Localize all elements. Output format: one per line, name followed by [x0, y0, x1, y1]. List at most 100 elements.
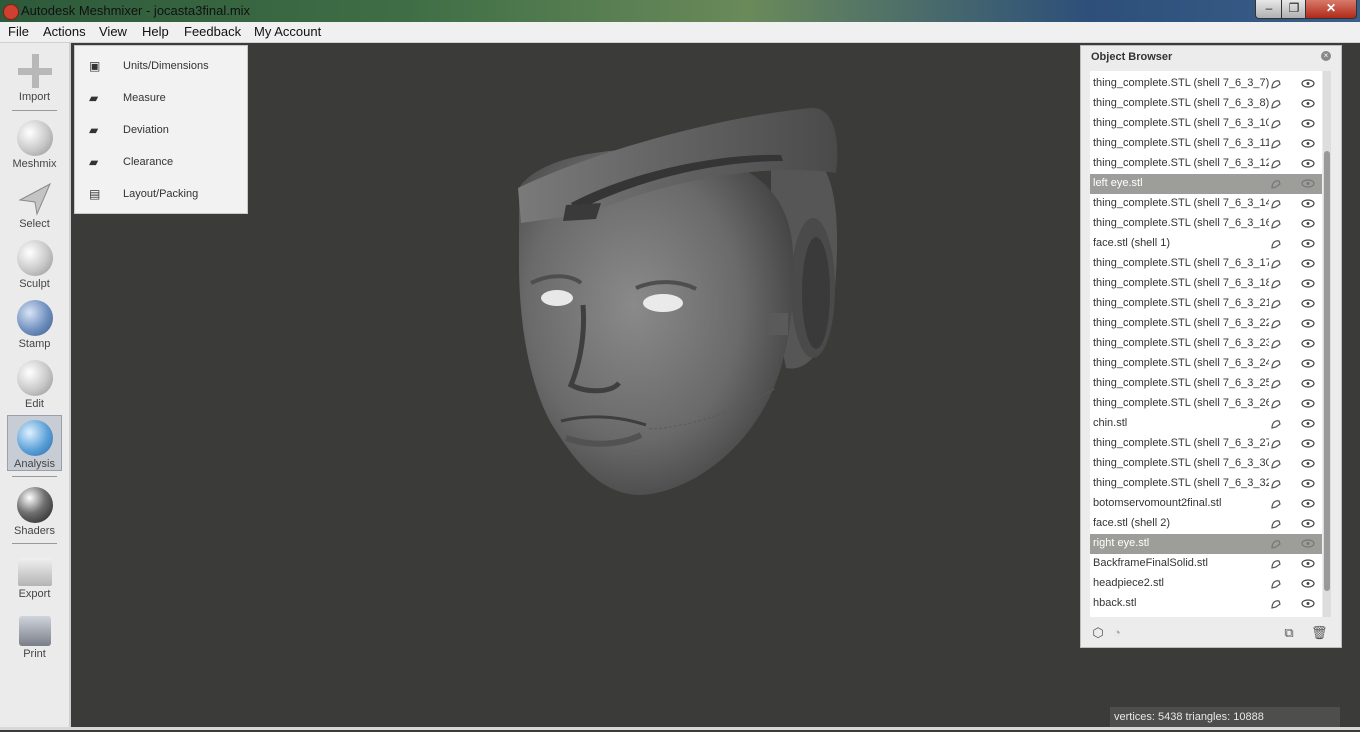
edit-object-icon[interactable]: [1270, 538, 1282, 550]
object-list-item[interactable]: thing_complete.STL (shell 7_6_3_26): [1090, 394, 1322, 414]
visibility-eye-icon[interactable]: [1301, 599, 1315, 608]
visibility-eye-icon[interactable]: [1301, 339, 1315, 348]
edit-object-icon[interactable]: [1270, 218, 1282, 230]
visibility-eye-icon[interactable]: [1301, 99, 1315, 108]
visibility-eye-icon[interactable]: [1301, 299, 1315, 308]
object-list-item[interactable]: headpiece2.stl: [1090, 574, 1322, 594]
visibility-eye-icon[interactable]: [1301, 159, 1315, 168]
edit-object-icon[interactable]: [1270, 158, 1282, 170]
edit-object-icon[interactable]: [1270, 198, 1282, 210]
visibility-eye-icon[interactable]: [1301, 179, 1315, 188]
edit-object-icon[interactable]: [1270, 378, 1282, 390]
maximize-button[interactable]: ❐: [1281, 0, 1307, 19]
object-list-item[interactable]: right eye.stl: [1090, 534, 1322, 554]
object-list-item[interactable]: thing_complete.STL (shell 7_6_3_25): [1090, 374, 1322, 394]
menu-help[interactable]: Help: [142, 24, 169, 39]
minimize-button[interactable]: –: [1255, 0, 1283, 19]
object-list-item[interactable]: thing_complete.STL (shell 7_6_3_32): [1090, 474, 1322, 494]
analysis-button[interactable]: Analysis: [7, 415, 62, 471]
visibility-eye-icon[interactable]: [1301, 239, 1315, 248]
close-icon[interactable]: ×: [1321, 51, 1331, 61]
visibility-eye-icon[interactable]: [1301, 519, 1315, 528]
select-button[interactable]: Select: [7, 176, 62, 232]
visibility-eye-icon[interactable]: [1301, 479, 1315, 488]
visibility-eye-icon[interactable]: [1301, 359, 1315, 368]
edit-object-icon[interactable]: [1270, 518, 1282, 530]
edit-object-icon[interactable]: [1270, 598, 1282, 610]
object-list-item[interactable]: thing_complete.STL (shell 7_6_3_17): [1090, 254, 1322, 274]
object-list-item[interactable]: thing_complete.STL (shell 7_6_3_7): [1090, 74, 1322, 94]
edit-object-icon[interactable]: [1270, 478, 1282, 490]
visibility-eye-icon[interactable]: [1301, 319, 1315, 328]
edit-object-icon[interactable]: [1270, 118, 1282, 130]
object-list-item[interactable]: thing_complete.STL (shell 7_6_3_23): [1090, 334, 1322, 354]
visibility-eye-icon[interactable]: [1301, 219, 1315, 228]
edit-object-icon[interactable]: [1270, 358, 1282, 370]
cube-icon[interactable]: ⬡: [1091, 626, 1105, 640]
analysis-layout-packing[interactable]: ▤ Layout/Packing: [75, 178, 247, 210]
visibility-eye-icon[interactable]: [1301, 439, 1315, 448]
object-list-item[interactable]: face.stl (shell 2): [1090, 514, 1322, 534]
object-list-item[interactable]: thing_complete.STL (shell 7_6_3_30): [1090, 454, 1322, 474]
visibility-eye-icon[interactable]: [1301, 539, 1315, 548]
object-list-item[interactable]: chin.stl: [1090, 414, 1322, 434]
edit-object-icon[interactable]: [1270, 318, 1282, 330]
object-list-item[interactable]: thing_complete.STL (shell 7_6_3_8): [1090, 94, 1322, 114]
edit-object-icon[interactable]: [1270, 558, 1282, 570]
visibility-eye-icon[interactable]: [1301, 419, 1315, 428]
duplicate-icon[interactable]: ⧉: [1282, 626, 1296, 640]
object-list-item[interactable]: thing_complete.STL (shell 7_6_3_10): [1090, 114, 1322, 134]
edit-object-icon[interactable]: [1270, 138, 1282, 150]
shaders-button[interactable]: Shaders: [7, 483, 62, 539]
object-list-item[interactable]: thing_complete.STL (shell 7_6_3_24): [1090, 354, 1322, 374]
edit-object-icon[interactable]: [1270, 278, 1282, 290]
object-list-item[interactable]: hback.stl: [1090, 594, 1322, 614]
visibility-eye-icon[interactable]: [1301, 199, 1315, 208]
visibility-eye-icon[interactable]: [1301, 279, 1315, 288]
menu-actions[interactable]: Actions: [43, 24, 86, 39]
visibility-eye-icon[interactable]: [1301, 79, 1315, 88]
object-list-item[interactable]: thing_complete.STL (shell 7_6_3_12): [1090, 154, 1322, 174]
meshmix-button[interactable]: Meshmix: [7, 116, 62, 172]
edit-object-icon[interactable]: [1270, 458, 1282, 470]
sculpt-button[interactable]: Sculpt: [7, 236, 62, 292]
edit-object-icon[interactable]: [1270, 578, 1282, 590]
edit-object-icon[interactable]: [1270, 238, 1282, 250]
trash-icon[interactable]: 🗑: [1311, 626, 1328, 640]
edit-object-icon[interactable]: [1270, 398, 1282, 410]
menu-view[interactable]: View: [99, 24, 127, 39]
menu-feedback[interactable]: Feedback: [184, 24, 241, 39]
object-list-scrollbar[interactable]: [1323, 71, 1331, 617]
edit-object-icon[interactable]: [1270, 298, 1282, 310]
visibility-eye-icon[interactable]: [1301, 559, 1315, 568]
close-button[interactable]: ✕: [1305, 0, 1357, 19]
stamp-button[interactable]: Stamp: [7, 296, 62, 352]
edit-object-icon[interactable]: [1270, 78, 1282, 90]
object-list-item[interactable]: thing_complete.STL (shell 7_6_3_21): [1090, 294, 1322, 314]
edit-object-icon[interactable]: [1270, 338, 1282, 350]
object-list-item[interactable]: thing_complete.STL (shell 7_6_3_11): [1090, 134, 1322, 154]
edit-object-icon[interactable]: [1270, 498, 1282, 510]
object-list-item[interactable]: left eye.stl: [1090, 174, 1322, 194]
edit-object-icon[interactable]: [1270, 98, 1282, 110]
pie-icon[interactable]: ◔: [1110, 626, 1124, 640]
menu-file[interactable]: File: [8, 24, 29, 39]
object-list-item[interactable]: face.stl (shell 1): [1090, 234, 1322, 254]
edit-button[interactable]: Edit: [7, 356, 62, 412]
object-list-item[interactable]: thing_complete.STL (shell 7_6_3_16): [1090, 214, 1322, 234]
import-button[interactable]: Import: [7, 49, 62, 105]
visibility-eye-icon[interactable]: [1301, 399, 1315, 408]
visibility-eye-icon[interactable]: [1301, 259, 1315, 268]
print-button[interactable]: Print: [7, 610, 62, 666]
scrollbar-thumb[interactable]: [1324, 151, 1330, 591]
object-list-item[interactable]: thing_complete.STL (shell 7_6_3_18): [1090, 274, 1322, 294]
visibility-eye-icon[interactable]: [1301, 459, 1315, 468]
object-list-item[interactable]: thing_complete.STL (shell 7_6_3_14): [1090, 194, 1322, 214]
visibility-eye-icon[interactable]: [1301, 119, 1315, 128]
object-list-item[interactable]: thing_complete.STL (shell 7_6_3_27): [1090, 434, 1322, 454]
edit-object-icon[interactable]: [1270, 418, 1282, 430]
object-list-item[interactable]: thing_complete.STL (shell 7_6_3_22): [1090, 314, 1322, 334]
visibility-eye-icon[interactable]: [1301, 379, 1315, 388]
menu-my-account[interactable]: My Account: [254, 24, 321, 39]
edit-object-icon[interactable]: [1270, 178, 1282, 190]
